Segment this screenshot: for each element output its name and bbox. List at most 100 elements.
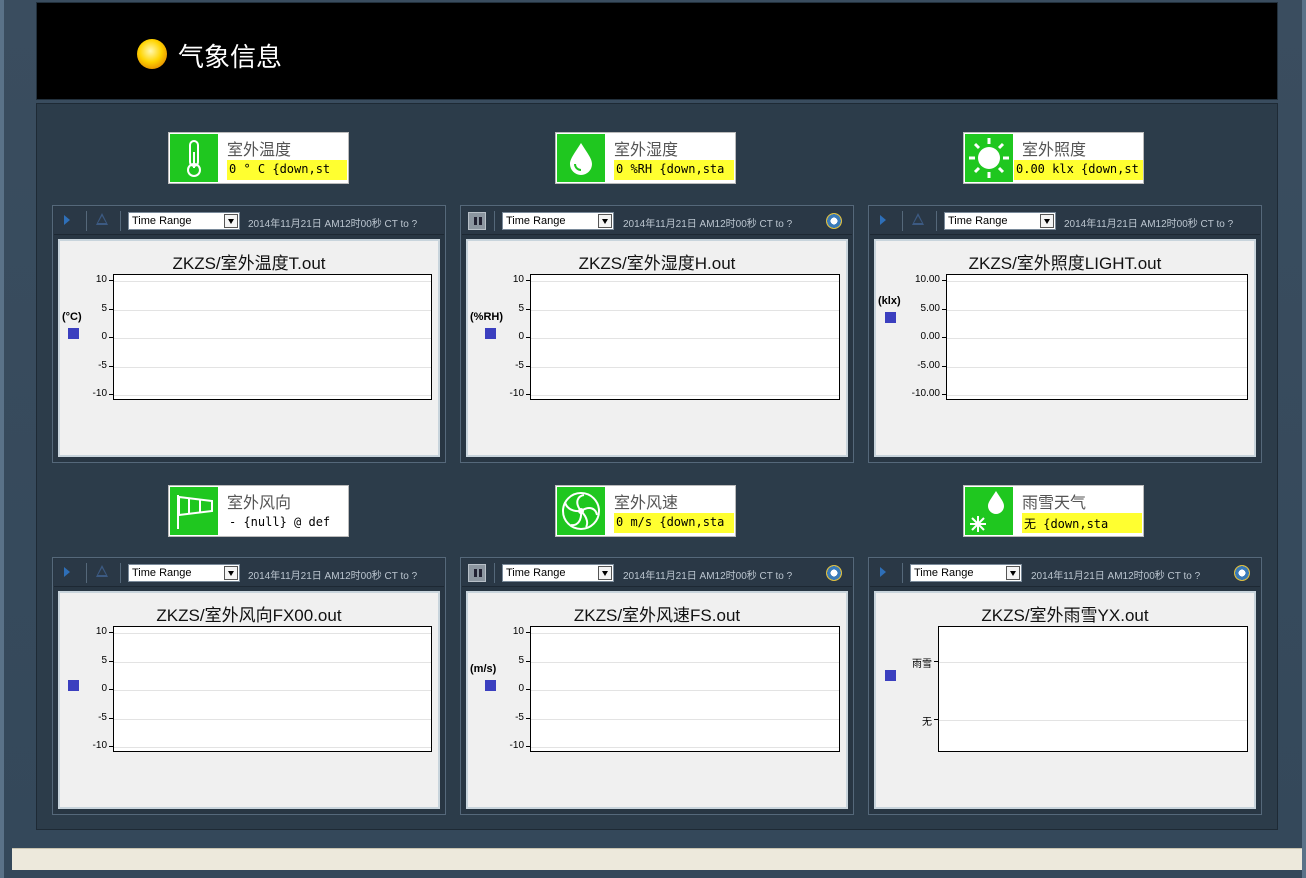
time-range-select[interactable]: Time Range <box>502 564 614 582</box>
y-tick-label: 5 <box>101 654 107 666</box>
time-range-text: 2014年11月21日 AM12时00秒 CT to ? <box>248 571 418 582</box>
chart-frame: ZKZS/室外风向FX00.out 10 5 0 -5 -10 <box>58 591 440 809</box>
time-range-text: 2014年11月21日 AM12时00秒 CT to ? <box>623 571 793 582</box>
chevron-down-icon[interactable] <box>1040 214 1054 228</box>
chart-title: ZKZS/室外风向FX00.out <box>156 606 342 625</box>
time-range-value: Time Range <box>506 215 566 227</box>
tile-label: 室外照度 <box>1022 140 1087 159</box>
alarm-clock-icon[interactable] <box>826 565 842 581</box>
tile-outdoor-temperature[interactable]: 室外温度 0 ° C {down,st <box>168 132 349 184</box>
gridline <box>531 281 839 282</box>
play-icon[interactable] <box>64 567 70 577</box>
y-axis-unit: (%RH) <box>470 311 503 323</box>
gridline <box>531 690 839 691</box>
legend-marker[interactable] <box>485 328 496 339</box>
chart-frame: ZKZS/室外雨雪YX.out 雨雪无 <box>874 591 1256 809</box>
tile-value: 0 %RH {down,sta <box>614 160 734 180</box>
tile-outdoor-wind-direction[interactable]: 室外风向 - {null} @ def <box>168 485 349 537</box>
y-axis-unit: (°C) <box>62 311 82 323</box>
time-range-value: Time Range <box>914 567 974 579</box>
chart-frame: ZKZS/室外湿度H.out 10 5 0 -5 -10 (%RH) <box>466 239 848 457</box>
time-range-value: Time Range <box>132 215 192 227</box>
gridline <box>114 338 431 339</box>
gridline <box>114 747 431 748</box>
toolbar-divider <box>936 211 937 231</box>
alert-triangle-icon[interactable] <box>96 213 108 225</box>
play-icon[interactable] <box>64 215 70 225</box>
alarm-clock-icon[interactable] <box>826 213 842 229</box>
y-tick-label: -10 <box>509 388 524 399</box>
gridline <box>939 662 1247 663</box>
legend-marker[interactable] <box>885 312 896 323</box>
plot-area[interactable] <box>113 626 432 752</box>
chart-title: ZKZS/室外风速FS.out <box>573 606 741 625</box>
time-range-select[interactable]: Time Range <box>502 212 614 230</box>
gridline <box>531 633 839 634</box>
tile-value: 0.00 klx {down,st <box>1014 160 1143 180</box>
alarm-clock-icon[interactable] <box>1234 565 1250 581</box>
chevron-down-icon[interactable] <box>224 214 238 228</box>
time-range-select[interactable]: Time Range <box>128 564 240 582</box>
y-tick-label: -10.00 <box>911 388 940 399</box>
chart-title: ZKZS/室外照度LIGHT.out <box>968 254 1162 273</box>
alert-triangle-icon[interactable] <box>912 213 924 225</box>
chevron-down-icon[interactable] <box>1006 566 1020 580</box>
time-range-text: 2014年11月21日 AM12时00秒 CT to ? <box>1064 219 1234 230</box>
y-tick-label: 10 <box>95 274 107 285</box>
gridline <box>947 281 1247 282</box>
y-tick-label: 雨雪 <box>912 659 932 670</box>
legend-marker[interactable] <box>68 680 79 691</box>
plot-area[interactable] <box>530 274 840 400</box>
toolbar-divider <box>120 211 121 231</box>
gridline <box>114 661 431 663</box>
chart-title: ZKZS/室外温度T.out <box>172 254 326 273</box>
time-range-select[interactable]: Time Range <box>128 212 240 230</box>
play-icon[interactable] <box>880 567 886 577</box>
legend-marker[interactable] <box>885 670 896 681</box>
toolbar-divider <box>86 211 87 231</box>
header-bar: 气象信息 <box>36 2 1278 100</box>
alert-triangle-icon[interactable] <box>96 565 108 577</box>
y-tick-label: -5 <box>98 359 107 371</box>
legend-marker[interactable] <box>68 328 79 339</box>
chart-frame: ZKZS/室外风速FS.out 10 5 0 -5 -10 (m/s) <box>466 591 848 809</box>
y-tick-label: -10 <box>509 740 524 751</box>
tile-value: 无 {down,sta <box>1022 513 1142 533</box>
tile-value: - {null} @ def <box>227 513 347 533</box>
y-tick-label: -5 <box>98 711 107 723</box>
chevron-down-icon[interactable] <box>598 214 612 228</box>
plot-area[interactable] <box>938 626 1248 752</box>
chart-panel-humidity: Time Range 2014年11月21日 AM12时00秒 CT to ? ZK… <box>460 205 854 463</box>
chart-toolbar: Time Range 2014年11月21日 AM12时00秒 CT to ? <box>870 207 1260 235</box>
time-range-value: Time Range <box>132 567 192 579</box>
chevron-down-icon[interactable] <box>224 566 238 580</box>
y-axis-unit: (klx) <box>878 295 901 307</box>
chart-panel-temperature: Time Range 2014年11月21日 AM12时00秒 CT to ? ZK… <box>52 205 446 463</box>
y-tick-label: -5 <box>515 359 524 371</box>
pause-button[interactable] <box>468 564 486 582</box>
tile-label: 室外温度 <box>227 140 292 159</box>
chevron-down-icon[interactable] <box>598 566 612 580</box>
thermometer-icon <box>170 134 218 182</box>
play-icon[interactable] <box>880 215 886 225</box>
page-title: 气象信息 <box>178 43 283 73</box>
gridline <box>114 690 431 691</box>
plot-area[interactable] <box>113 274 432 400</box>
y-tick-label: 无 <box>922 717 932 728</box>
time-range-select[interactable]: Time Range <box>910 564 1022 582</box>
plot-area[interactable] <box>946 274 1248 400</box>
tile-outdoor-illuminance[interactable]: 室外照度 0.00 klx {down,st <box>963 132 1144 184</box>
gridline <box>947 395 1247 396</box>
y-tick-label: -10 <box>92 740 107 751</box>
time-range-select[interactable]: Time Range <box>944 212 1056 230</box>
plot-area[interactable] <box>530 626 840 752</box>
tile-rain-snow-weather[interactable]: 雨雪天气 无 {down,sta <box>963 485 1144 537</box>
time-range-text: 2014年11月21日 AM12时00秒 CT to ? <box>623 219 793 230</box>
legend-marker[interactable] <box>485 680 496 691</box>
tile-outdoor-wind-speed[interactable]: 室外风速 0 m/s {down,sta <box>555 485 736 537</box>
toolbar-divider <box>902 211 903 231</box>
tile-outdoor-humidity[interactable]: 室外湿度 0 %RH {down,sta <box>555 132 736 184</box>
gridline <box>114 718 431 720</box>
pause-button[interactable] <box>468 212 486 230</box>
fan-icon <box>557 487 605 535</box>
